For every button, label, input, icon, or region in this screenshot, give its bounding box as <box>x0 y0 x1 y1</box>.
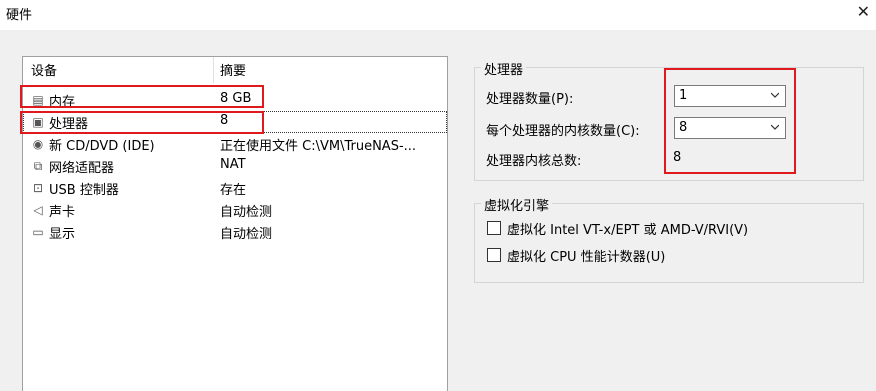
device-name: USB 控制器 <box>49 183 119 198</box>
highlight-processor-values <box>664 68 796 174</box>
display-icon: ▭ <box>32 225 44 239</box>
device-summary: 正在使用文件 C:\VM\TrueNAS-... <box>220 139 417 154</box>
device-row-display[interactable]: ▭ 显示 自动检测 <box>23 221 447 243</box>
cd-dvd-icon: ◉ <box>32 137 44 151</box>
close-icon[interactable]: ✕ <box>857 2 870 21</box>
virtualization-group: 虚拟化引擎 <box>474 195 864 283</box>
device-name: 显示 <box>49 227 76 242</box>
column-header-device[interactable]: 设备 <box>31 60 57 79</box>
device-summary: 自动检测 <box>220 227 273 242</box>
usb-icon: ⊡ <box>32 181 44 195</box>
cpu-counters-checkbox[interactable] <box>487 248 501 262</box>
device-name: 新 CD/DVD (IDE) <box>49 139 155 154</box>
network-adapter-icon: ⧉ <box>33 159 43 173</box>
column-divider[interactable] <box>213 57 214 83</box>
device-row-usb-controller[interactable]: ⊡ USB 控制器 存在 <box>23 177 447 199</box>
device-name: 声卡 <box>49 205 76 220</box>
device-summary: 存在 <box>220 183 247 198</box>
device-summary: 自动检测 <box>220 205 273 220</box>
title-bar: 硬件 ✕ <box>0 0 876 30</box>
total-cores-label: 处理器内核总数: <box>486 154 582 169</box>
highlight-processor-row <box>20 111 264 134</box>
processor-count-label: 处理器数量(P): <box>486 92 574 107</box>
vtx-checkbox[interactable] <box>487 221 501 235</box>
cores-per-processor-label: 每个处理器的内核数量(C): <box>486 124 640 139</box>
highlight-memory-row <box>20 85 264 108</box>
virtualization-group-title: 虚拟化引擎 <box>481 195 553 214</box>
sound-card-icon: ◁ <box>33 203 43 217</box>
cpu-counters-label[interactable]: 虚拟化 CPU 性能计数器(U) <box>507 246 665 265</box>
device-row-network-adapter[interactable]: ⧉ 网络适配器 NAT <box>23 155 447 177</box>
device-row-sound-card[interactable]: ◁ 声卡 自动检测 <box>23 199 447 221</box>
window-title: 硬件 <box>6 8 33 23</box>
device-row-cd-dvd[interactable]: ◉ 新 CD/DVD (IDE) 正在使用文件 C:\VM\TrueNAS-..… <box>23 133 447 155</box>
vtx-label[interactable]: 虚拟化 Intel VT-x/EPT 或 AMD-V/RVI(V) <box>507 219 748 238</box>
device-name: 网络适配器 <box>49 161 115 176</box>
column-header-summary[interactable]: 摘要 <box>220 60 246 79</box>
device-summary: NAT <box>220 157 246 172</box>
processor-group-title: 处理器 <box>481 59 527 78</box>
